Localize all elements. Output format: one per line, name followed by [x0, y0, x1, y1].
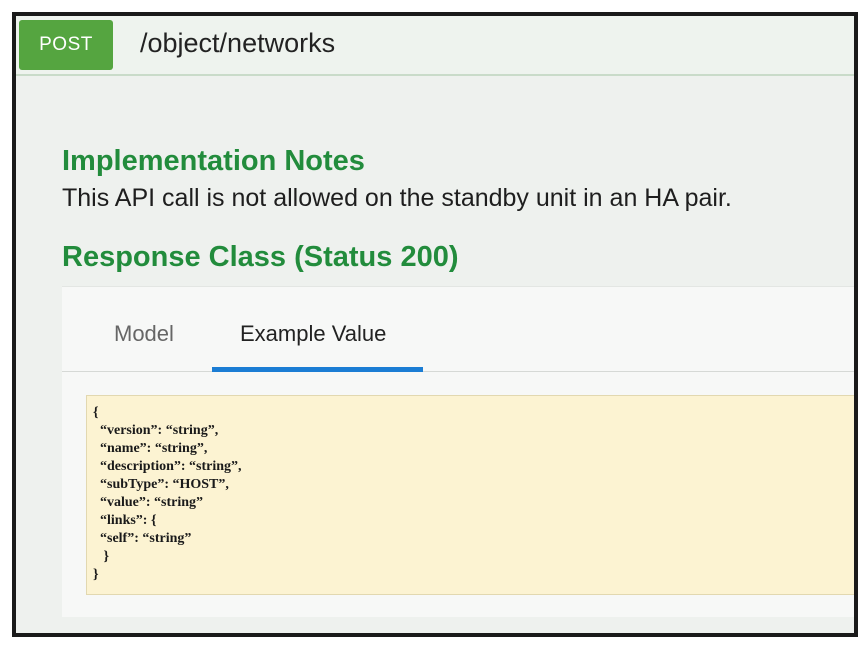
tab-example-value[interactable]: Example Value: [240, 321, 386, 347]
code-line: “description”: “string”,: [93, 459, 242, 474]
code-line: “value”: “string”: [93, 495, 204, 510]
code-line: }: [93, 567, 99, 582]
endpoint-path[interactable]: /object/networks: [140, 28, 335, 59]
implementation-notes-title: Implementation Notes: [62, 145, 365, 177]
response-class-panel: Model Example Value { “version”: “string…: [62, 286, 854, 617]
http-method-badge[interactable]: POST: [19, 20, 113, 70]
code-line: “self”: “string”: [93, 531, 192, 546]
endpoint-header[interactable]: POST /object/networks: [16, 16, 854, 76]
example-value-code-block[interactable]: { “version”: “string”, “name”: “string”,…: [86, 395, 854, 595]
implementation-notes-text: This API call is not allowed on the stan…: [62, 184, 732, 212]
code-line: }: [93, 549, 110, 564]
api-operation-frame: POST /object/networks Implementation Not…: [12, 12, 858, 637]
response-tabs: Model Example Value: [62, 287, 854, 372]
tab-model[interactable]: Model: [114, 321, 174, 347]
code-line: “links”: {: [93, 513, 157, 528]
code-line: “version”: “string”,: [93, 423, 219, 438]
response-class-title: Response Class (Status 200): [62, 241, 459, 273]
code-line: {: [93, 405, 99, 420]
active-tab-indicator: [212, 367, 423, 372]
code-line: “subType”: “HOST”,: [93, 477, 229, 492]
code-line: “name”: “string”,: [93, 441, 208, 456]
